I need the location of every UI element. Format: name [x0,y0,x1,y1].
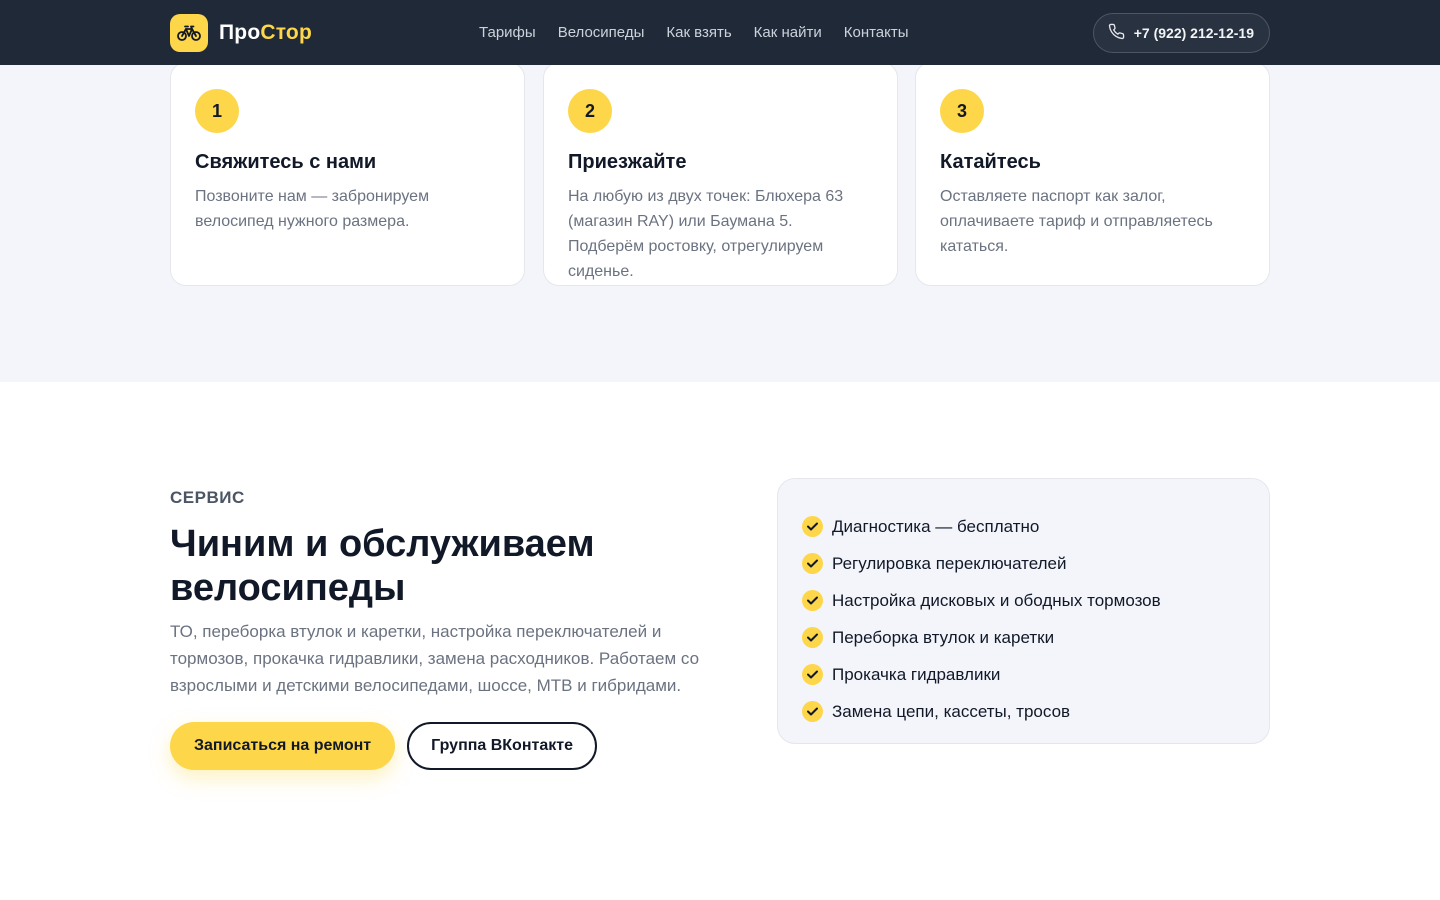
list-item-label: Переборка втулок и каретки [832,627,1055,647]
list-item: Переборка втулок и каретки [802,619,1245,656]
step-title: Приезжайте [568,151,687,173]
phone-number: +7 (922) 212-12-19 [1133,24,1254,41]
site-header: ПроСтор Тарифы Велосипеды Как взять Как … [0,0,1440,65]
vk-group-button[interactable]: Группа ВКонтакте [407,722,597,770]
phone-button[interactable]: +7 (922) 212-12-19 [1092,12,1270,53]
step-title: Свяжитесь с нами [195,151,377,173]
list-item: Настройка дисковых и ободных тормозов [802,582,1245,619]
nav-link-how-to-rent[interactable]: Как взять [666,24,731,41]
list-item: Регулировка переключателей [802,545,1245,582]
nav-link-contacts[interactable]: Контакты [844,24,909,41]
service-checklist: Диагностика — бесплатно Регулировка пере… [802,508,1245,730]
checkmark-icon [802,664,823,685]
nav-link-tariffs[interactable]: Тарифы [479,24,536,41]
how-it-works-section: 1 Свяжитесь с нами Позвоните нам — забро… [0,62,1440,382]
nav-link-location[interactable]: Как найти [754,24,822,41]
step-text: На любую из двух точек: Блюхера 63 (мага… [568,188,844,280]
step-number: 2 [568,89,612,133]
phone-icon [1108,23,1125,43]
list-item-label: Регулировка переключателей [832,553,1067,573]
list-item-label: Замена цепи, кассеты, тросов [832,701,1071,721]
checkmark-icon [802,553,823,574]
list-item: Замена цепи, кассеты, тросов [802,693,1245,730]
checkmark-icon [802,590,823,611]
nav-link-bikes[interactable]: Велосипеды [558,24,645,41]
step-text: Позвоните нам — забронируем велосипед ну… [195,188,430,230]
section-title: Чиним и обслуживаем велосипеды [170,522,730,610]
checkmark-icon [802,627,823,648]
service-intro: СЕРВИС Чиним и обслуживаем велосипеды ТО… [170,488,730,770]
list-item-label: Прокачка гидравлики [832,664,1001,684]
list-item-label: Настройка дисковых и ободных тормозов [832,590,1161,610]
main-nav: Тарифы Велосипеды Как взять Как найти Ко… [479,24,909,41]
step-number: 3 [940,89,984,133]
service-checklist-card: Диагностика — бесплатно Регулировка пере… [777,478,1270,744]
step-card: 3 Катайтесь Оставляете паспорт как залог… [915,62,1270,286]
list-item-label: Диагностика — бесплатно [832,516,1040,536]
brand-name: ПроСтор [219,20,312,44]
service-actions: Записаться на ремонт Группа ВКонтакте [170,722,597,770]
list-item: Прокачка гидравлики [802,656,1245,693]
section-description: ТО, переборка втулок и каретки, настройк… [170,622,700,695]
checkmark-icon [802,701,823,722]
step-number: 1 [195,89,239,133]
bicycle-icon [170,13,208,52]
section-title-line-2: велосипеды [170,567,406,609]
step-card: 2 Приезжайте На любую из двух точек: Блю… [543,62,898,286]
step-text: Оставляете паспорт как залог, оплачивает… [940,188,1213,255]
step-card: 1 Свяжитесь с нами Позвоните нам — забро… [170,62,525,286]
section-title-line-1: Чиним и обслуживаем [170,523,595,565]
brand-logo-link[interactable]: ПроСтор [170,13,312,52]
checkmark-icon [802,516,823,537]
book-repair-button[interactable]: Записаться на ремонт [170,722,396,770]
step-title: Катайтесь [940,151,1041,173]
section-eyebrow: СЕРВИС [170,488,245,507]
list-item: Диагностика — бесплатно [802,508,1245,545]
